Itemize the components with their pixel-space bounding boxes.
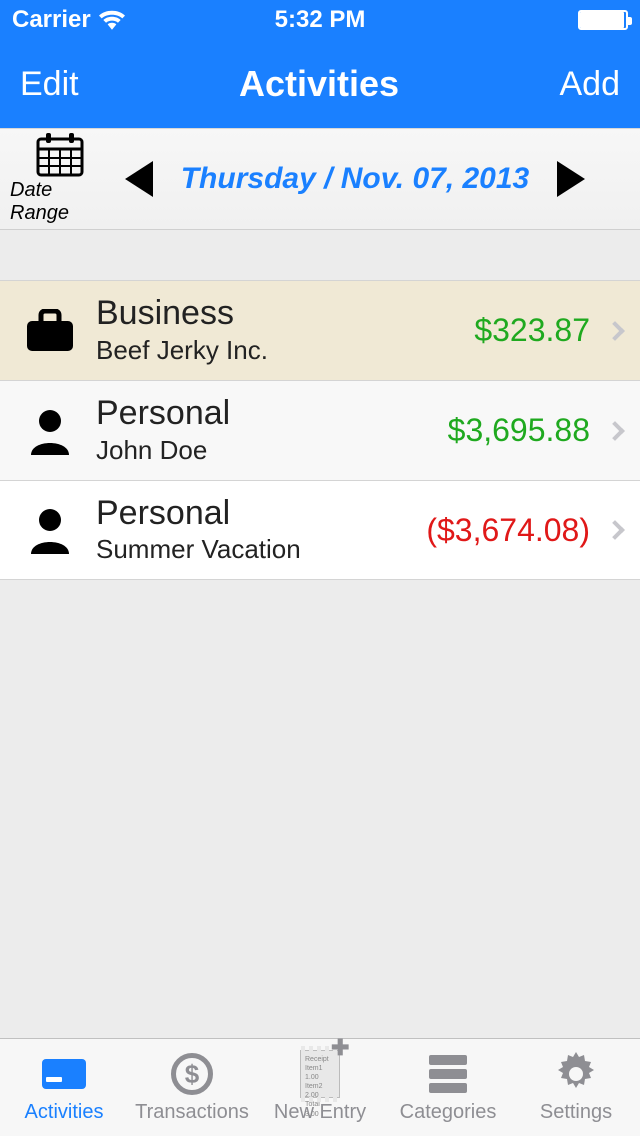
battery-icon <box>578 10 628 30</box>
list-item-amount: $3,695.88 <box>448 412 620 449</box>
activities-list: Business Beef Jerky Inc. $323.87 Persona… <box>0 280 640 580</box>
list-item-title: Business <box>96 295 474 332</box>
dollar-icon: $ <box>167 1051 217 1097</box>
status-time: 5:32 PM <box>0 6 640 34</box>
person-icon <box>20 407 80 455</box>
list-item[interactable]: Business Beef Jerky Inc. $323.87 <box>0 280 640 380</box>
list-item-amount: $323.87 <box>474 312 620 349</box>
status-bar: Carrier 5:32 PM <box>0 0 640 40</box>
page-title: Activities <box>239 63 399 105</box>
date-range-button[interactable]: Date Range <box>10 133 110 225</box>
briefcase-icon <box>20 309 80 353</box>
tab-label: Transactions <box>135 1101 249 1124</box>
list-item[interactable]: Personal John Doe $3,695.88 <box>0 380 640 480</box>
tab-label: Activities <box>25 1101 104 1124</box>
list-item[interactable]: Personal Summer Vacation ($3,674.08) <box>0 480 640 580</box>
person-icon <box>20 506 80 554</box>
tab-label: New Entry <box>274 1101 366 1124</box>
tab-activities[interactable]: Activities <box>0 1051 128 1124</box>
list-item-title: Personal <box>96 395 448 432</box>
categories-icon <box>423 1051 473 1097</box>
tab-label: Settings <box>540 1101 612 1124</box>
date-range-bar: Date Range Thursday / Nov. 07, 2013 <box>0 128 640 230</box>
list-item-subtitle: John Doe <box>96 435 448 466</box>
tab-transactions[interactable]: $ Transactions <box>128 1051 256 1124</box>
receipt-icon: ReceiptItem1 1.00Item2 2.00Total 3.00✚ <box>295 1051 345 1097</box>
tab-settings[interactable]: Settings <box>512 1051 640 1124</box>
list-item-amount: ($3,674.08) <box>426 512 620 549</box>
nav-bar: Edit Activities Add <box>0 40 640 128</box>
list-item-text: Business Beef Jerky Inc. <box>80 295 474 365</box>
next-date-button[interactable] <box>557 161 585 197</box>
edit-button[interactable]: Edit <box>20 65 79 104</box>
add-button[interactable]: Add <box>559 65 620 104</box>
tab-label: Categories <box>400 1101 497 1124</box>
prev-date-button[interactable] <box>125 161 153 197</box>
calendar-icon <box>36 133 84 177</box>
date-navigator: Thursday / Nov. 07, 2013 <box>110 161 640 197</box>
list-item-text: Personal Summer Vacation <box>80 495 426 565</box>
tab-categories[interactable]: Categories <box>384 1051 512 1124</box>
status-right <box>572 10 628 30</box>
list-item-subtitle: Beef Jerky Inc. <box>96 335 474 366</box>
tab-bar: Activities $ Transactions ReceiptItem1 1… <box>0 1038 640 1136</box>
gear-icon <box>551 1051 601 1097</box>
list-item-subtitle: Summer Vacation <box>96 534 426 565</box>
current-date[interactable]: Thursday / Nov. 07, 2013 <box>181 162 530 196</box>
card-icon <box>39 1051 89 1097</box>
list-item-text: Personal John Doe <box>80 395 448 465</box>
date-range-label: Date Range <box>10 179 110 225</box>
tab-new-entry[interactable]: ReceiptItem1 1.00Item2 2.00Total 3.00✚ N… <box>256 1051 384 1124</box>
list-item-title: Personal <box>96 495 426 532</box>
